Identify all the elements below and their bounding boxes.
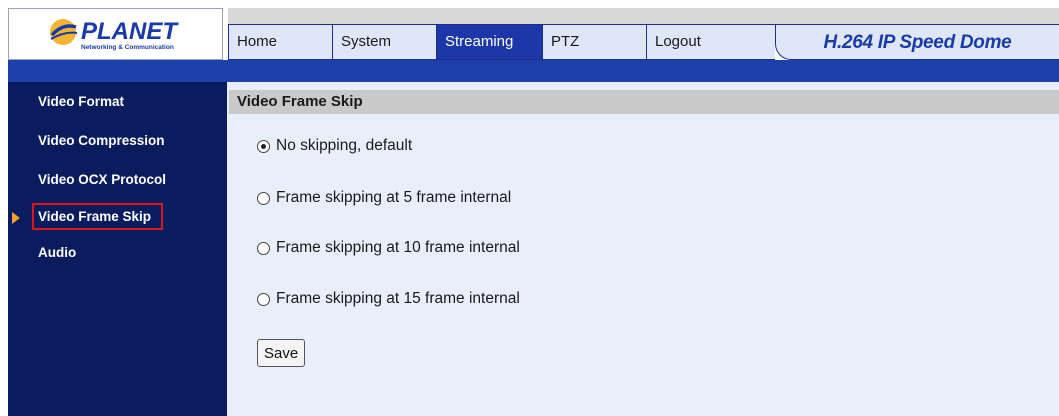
sidebar-item-video-ocx-protocol[interactable]: Video OCX Protocol	[38, 172, 166, 187]
main-content: Video Frame Skip No skipping, default Fr…	[227, 82, 1059, 416]
sidebar: Video Format Video Compression Video OCX…	[8, 82, 227, 416]
tab-system[interactable]: System	[332, 24, 436, 60]
option-skip-10[interactable]: Frame skipping at 10 frame internal	[257, 239, 520, 257]
save-button[interactable]: Save	[257, 339, 306, 367]
tab-logout[interactable]: Logout	[646, 24, 775, 60]
option-skip-15[interactable]: Frame skipping at 15 frame internal	[257, 290, 520, 308]
sidebar-item-video-compression[interactable]: Video Compression	[38, 133, 165, 148]
logo-brand: PLANET	[81, 18, 179, 45]
sidebar-item-audio[interactable]: Audio	[38, 245, 76, 260]
planet-logo-icon: PLANET Networking & Communication	[50, 18, 179, 51]
radio-unchecked-icon[interactable]	[257, 292, 270, 306]
tab-home[interactable]: Home	[228, 24, 332, 60]
radio-unchecked-icon[interactable]	[257, 191, 270, 205]
page-title: Video Frame Skip	[229, 90, 1059, 114]
logo: PLANET Networking & Communication	[8, 8, 223, 60]
product-title: H.264 IP Speed Dome	[775, 24, 1059, 60]
option-label: No skipping, default	[276, 137, 413, 154]
sidebar-item-video-frame-skip[interactable]: Video Frame Skip	[31, 203, 164, 230]
header-band	[8, 60, 1059, 82]
option-skip-5[interactable]: Frame skipping at 5 frame internal	[257, 189, 511, 207]
selected-arrow-icon	[12, 212, 20, 224]
tab-streaming[interactable]: Streaming	[436, 24, 542, 60]
option-no-skipping[interactable]: No skipping, default	[257, 137, 412, 155]
radio-checked-icon[interactable]	[257, 139, 270, 153]
sidebar-item-video-format[interactable]: Video Format	[38, 94, 124, 109]
nav-bar: Home System Streaming PTZ Logout H.264 I…	[228, 24, 1059, 60]
option-label: Frame skipping at 10 frame internal	[276, 239, 520, 256]
tab-ptz[interactable]: PTZ	[542, 24, 646, 60]
logo-tagline: Networking & Communication	[81, 44, 174, 51]
option-label: Frame skipping at 15 frame internal	[276, 290, 520, 307]
radio-unchecked-icon[interactable]	[257, 241, 270, 255]
option-label: Frame skipping at 5 frame internal	[276, 189, 512, 206]
top-strip	[228, 8, 1059, 24]
